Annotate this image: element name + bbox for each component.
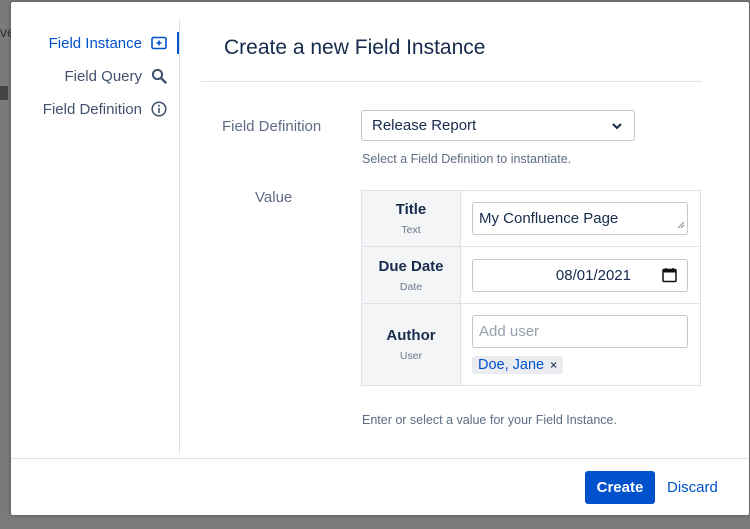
field-name: Due Date <box>378 257 444 275</box>
field-name: Title <box>395 201 427 218</box>
field-type: User <box>399 350 423 362</box>
add-user-placeholder: Add user <box>479 323 540 340</box>
field-definition-value: Release Report <box>372 117 477 134</box>
field-name: Author <box>386 327 436 344</box>
value-label: Value <box>255 189 293 206</box>
calendar-icon[interactable] <box>661 267 677 283</box>
create-field-instance-dialog: Field Instance Field Query Field Definit… <box>11 2 749 515</box>
title-input-value: My Confluence Page <box>479 210 619 227</box>
selected-users: Doe, Jane × <box>472 356 688 374</box>
field-header-cell: Title Text <box>361 190 461 247</box>
user-tag-label: Doe, Jane <box>478 357 545 373</box>
field-definition-select[interactable]: Release Report <box>361 110 635 141</box>
remove-tag-icon[interactable]: × <box>550 358 557 372</box>
dialog-title: Create a new Field Instance <box>224 36 486 59</box>
value-help: Enter or select a value for your Field I… <box>362 413 617 427</box>
create-button[interactable]: Create <box>585 471 655 504</box>
title-divider <box>201 81 702 82</box>
sidebar-item-field-instance[interactable]: Field Instance <box>48 32 180 54</box>
sidebar-item-label: Field Definition <box>42 100 142 118</box>
sidebar-item-label: Field Instance <box>48 34 142 52</box>
title-input[interactable]: My Confluence Page <box>472 202 688 235</box>
user-tag[interactable]: Doe, Jane × <box>472 356 564 374</box>
field-definition-label: Field Definition <box>222 118 322 135</box>
info-icon <box>151 101 167 117</box>
resize-handle-icon[interactable] <box>677 216 685 233</box>
backdrop-glyph <box>0 86 8 100</box>
field-definition-help: Select a Field Definition to instantiate… <box>362 152 572 166</box>
sidebar-item-field-definition[interactable]: Field Definition <box>43 98 167 120</box>
field-header-cell: Due Date Date <box>361 246 461 304</box>
chevron-down-icon <box>609 118 625 134</box>
table-row: Due Date Date 08/01/2021 <box>361 246 701 304</box>
footer-divider <box>11 458 749 459</box>
sidebar-item-label: Field Query <box>64 67 142 85</box>
sidebar-item-field-query[interactable]: Field Query <box>64 65 167 87</box>
field-header-cell: Author User <box>361 303 461 386</box>
due-date-input[interactable]: 08/01/2021 <box>472 258 688 292</box>
field-value-cell: Add user Doe, Jane × <box>460 303 701 386</box>
discard-button[interactable]: Discard <box>667 471 718 504</box>
dialog-sidebar: Field Instance Field Query Field Definit… <box>11 20 180 454</box>
value-table: Title Text My Confluence Page Due Date D… <box>361 190 701 386</box>
table-row: Title Text My Confluence Page <box>361 190 701 247</box>
field-type: Date <box>399 280 423 293</box>
table-row: Author User Add user Doe, Jane × <box>361 303 701 386</box>
add-user-input[interactable]: Add user <box>472 315 688 348</box>
search-icon <box>151 68 167 84</box>
field-value-cell: 08/01/2021 <box>460 246 701 304</box>
field-type: Text <box>401 224 421 236</box>
due-date-value: 08/01/2021 <box>555 266 631 284</box>
field-value-cell: My Confluence Page <box>460 190 701 247</box>
add-box-icon <box>151 35 167 51</box>
